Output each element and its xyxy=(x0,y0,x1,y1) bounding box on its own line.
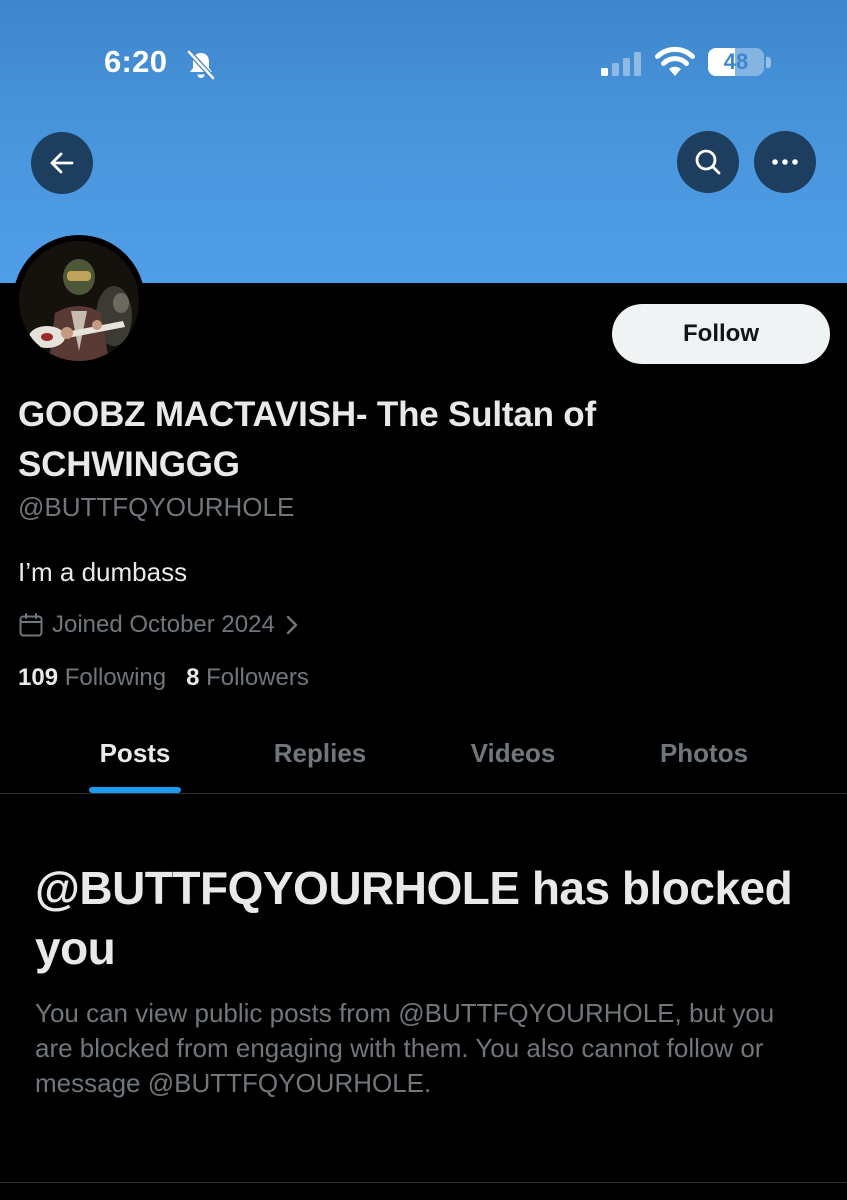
blocked-description: You can view public posts from @BUTTFQYO… xyxy=(35,998,775,1098)
avatar-image xyxy=(19,241,139,361)
blocked-title: @BUTTFQYOURHOLE has blocked you xyxy=(35,862,793,974)
signal-icon xyxy=(601,52,641,76)
tab-photos[interactable]: Photos xyxy=(609,712,799,794)
arrow-left-icon xyxy=(50,152,74,174)
battery-tip xyxy=(766,57,771,68)
followers-count: 8 xyxy=(186,664,200,691)
joined-date[interactable]: Joined October 2024 xyxy=(18,609,299,641)
profile-bio: I’m a dumbass xyxy=(18,557,188,587)
joined-text: Joined October 2024 xyxy=(52,611,275,638)
profile-tabs: Posts Replies Videos Photos xyxy=(0,712,847,794)
divider xyxy=(0,1182,847,1183)
search-icon xyxy=(695,149,721,175)
tab-replies[interactable]: Replies xyxy=(225,712,415,794)
status-bar: 6:20 48 xyxy=(0,0,847,120)
follow-button[interactable]: Follow xyxy=(612,304,830,364)
bell-slash-icon xyxy=(187,50,215,80)
tab-videos[interactable]: Videos xyxy=(418,712,608,794)
status-time: 6:20 xyxy=(104,44,168,79)
active-tab-indicator xyxy=(89,787,181,793)
back-button[interactable] xyxy=(31,132,93,194)
followers-label: Followers xyxy=(206,664,309,691)
display-name: GOOBZ MACTAVISH- The Sultan of SCHWINGGG xyxy=(18,395,596,484)
profile-stats: 109 Following 8 Followers xyxy=(18,664,329,692)
wifi-icon xyxy=(655,46,695,76)
following-label: Following xyxy=(64,664,167,691)
battery-icon: 48 xyxy=(708,48,764,76)
search-button[interactable] xyxy=(677,131,739,193)
battery-level: 48 xyxy=(723,49,749,74)
calendar-icon xyxy=(19,613,43,637)
more-horizontal-icon xyxy=(772,159,798,165)
avatar[interactable] xyxy=(13,235,145,367)
following-count: 109 xyxy=(18,664,59,691)
profile-handle: @BUTTFQYOURHOLE xyxy=(18,492,295,522)
followers-stat[interactable]: 8 Followers xyxy=(186,664,309,692)
more-options-button[interactable] xyxy=(754,131,816,193)
tab-posts[interactable]: Posts xyxy=(40,712,230,794)
following-stat[interactable]: 109 Following xyxy=(18,664,166,692)
chevron-right-icon xyxy=(286,615,298,635)
